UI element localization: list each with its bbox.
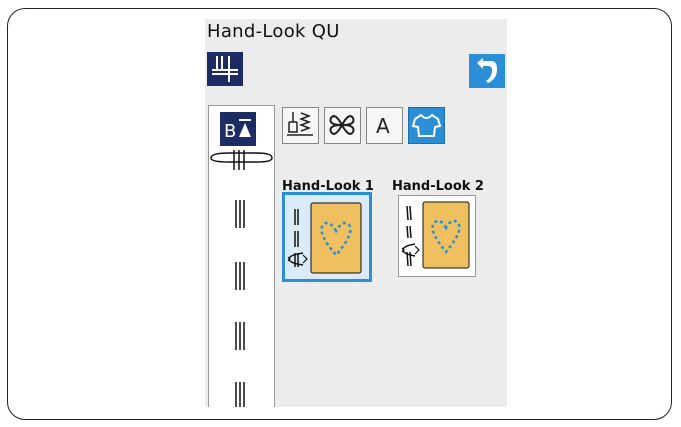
- hand-look-2-thumbnail: [401, 201, 470, 269]
- back-button[interactable]: [469, 54, 505, 88]
- straight-stitch-icon: [235, 322, 245, 350]
- svg-text:B: B: [224, 121, 236, 142]
- decorative-stitch-tab[interactable]: [324, 107, 361, 144]
- svg-text:A: A: [376, 114, 390, 138]
- monogram-icon: A: [376, 114, 390, 138]
- bt-icon: B: [224, 119, 251, 142]
- screen-title: Hand-Look QU: [207, 21, 340, 42]
- decorative-stitch-icon: [329, 115, 355, 135]
- utility-stitch-icon: [287, 112, 313, 136]
- return-arrow-icon: [477, 58, 497, 83]
- pattern-label-2: Hand-Look 2: [392, 179, 484, 194]
- bt-button[interactable]: B: [220, 112, 256, 146]
- utility-stitch-tab[interactable]: [282, 107, 319, 144]
- hand-look-1-thumbnail: [285, 195, 369, 279]
- quilt-tab[interactable]: [408, 107, 445, 144]
- lcd-screen: Hand-Look QU B A Hand-Look 1 Hand-Look 2: [205, 19, 507, 407]
- monogram-tab[interactable]: A: [366, 107, 403, 144]
- straight-stitch-icon: [235, 262, 245, 290]
- buttonhole-stitch-icon: [210, 150, 273, 170]
- foot-pressure-icon: [212, 56, 238, 82]
- foot-pressure-button[interactable]: [207, 52, 243, 86]
- stitch-history-column: B: [208, 105, 275, 407]
- straight-stitch-icon: [235, 200, 245, 228]
- pattern-hand-look-1[interactable]: [282, 192, 372, 282]
- stitch-list: [210, 150, 273, 407]
- straight-stitch-icon: [235, 382, 245, 407]
- shirt-icon: [411, 113, 442, 137]
- pattern-hand-look-2[interactable]: [398, 195, 476, 277]
